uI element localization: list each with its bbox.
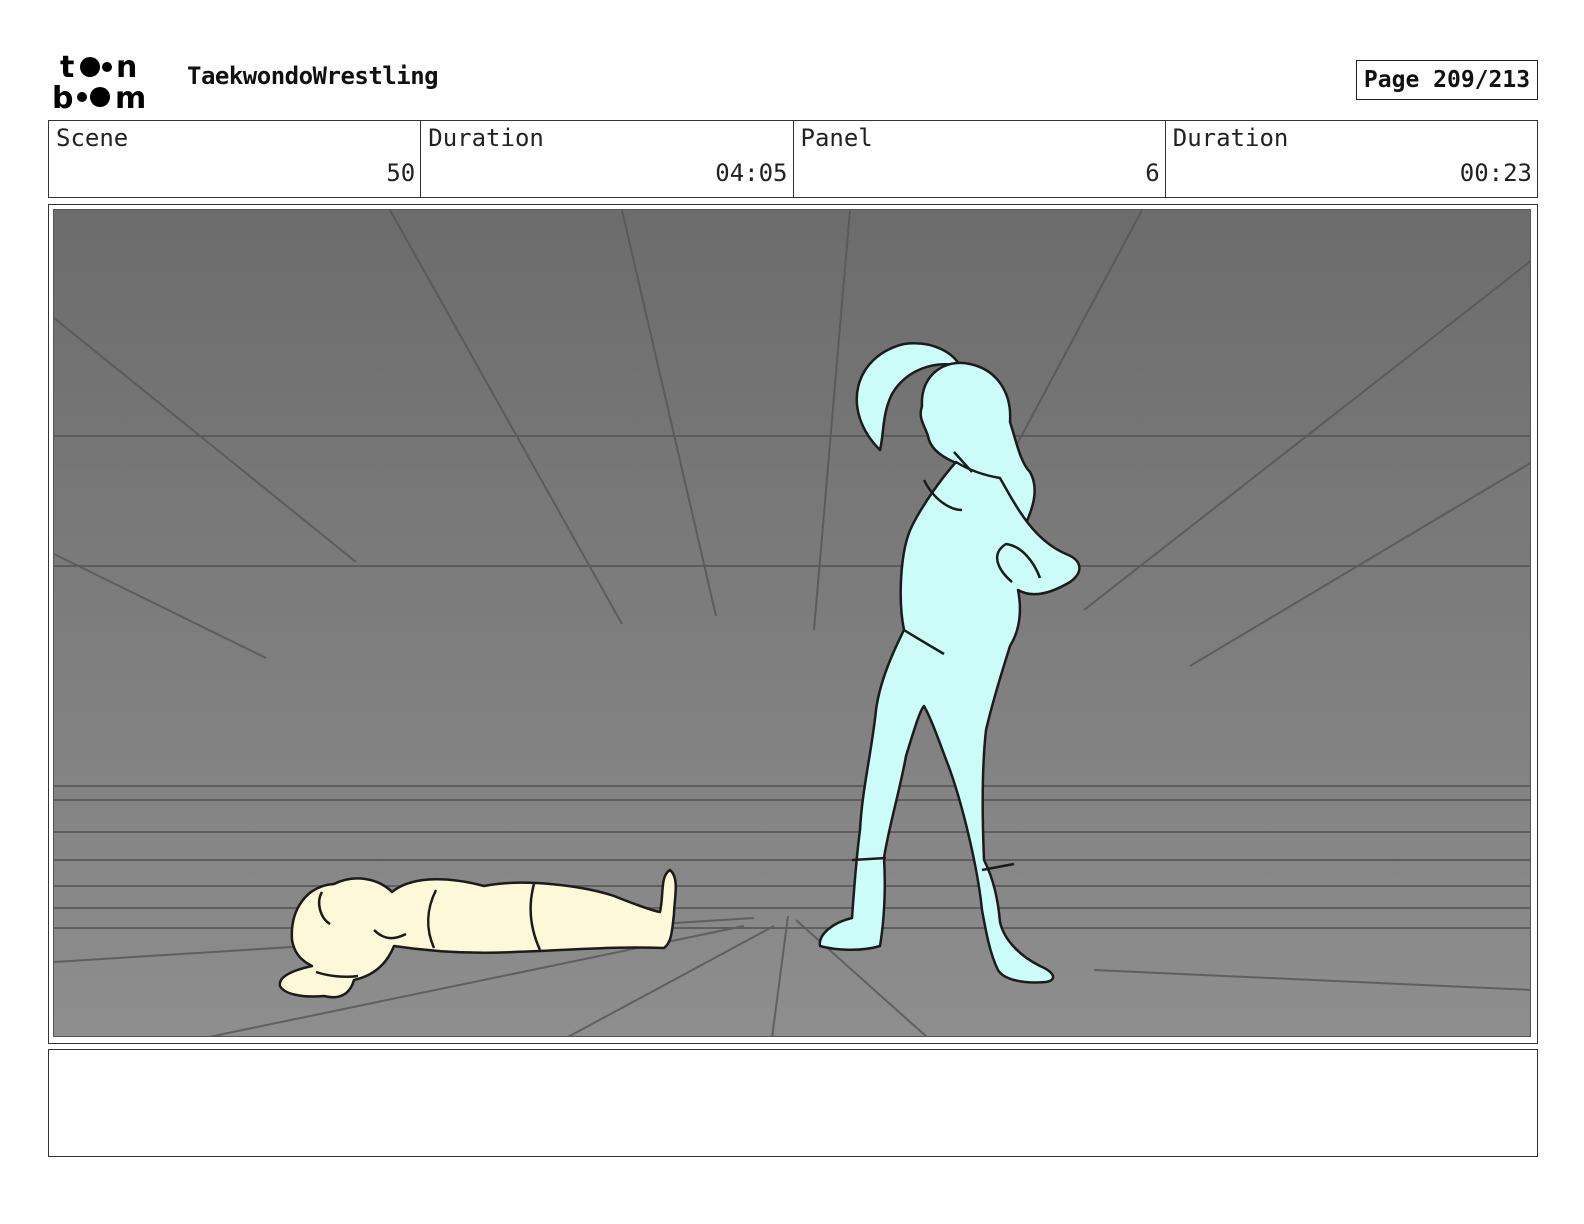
page-indicator: Page 209/213 xyxy=(1356,60,1538,100)
scene-label: Scene xyxy=(56,124,129,152)
panel-notes-box xyxy=(48,1049,1538,1157)
panel-label: Panel xyxy=(800,124,873,152)
logo-letter-b: b xyxy=(52,81,73,112)
panel-value: 6 xyxy=(1145,159,1160,187)
scene-duration-label: Duration xyxy=(428,124,544,152)
panel-drawing xyxy=(54,210,1530,1036)
logo-letter-t: t xyxy=(60,50,74,85)
panel-background xyxy=(54,210,1530,1036)
scene-info-row: Scene 50 Duration 04:05 Panel 6 Duration… xyxy=(48,120,1538,198)
panel-duration-label: Duration xyxy=(1172,124,1289,152)
scene-duration-cell: Duration 04:05 xyxy=(421,121,794,197)
scene-value: 50 xyxy=(386,159,416,187)
logo-letter-n: n xyxy=(116,50,137,85)
panel-duration-cell: Duration 00:23 xyxy=(1166,121,1537,197)
scene-duration-value: 04:05 xyxy=(715,159,788,187)
storyboard-panel-image xyxy=(53,209,1531,1037)
scene-cell: Scene 50 xyxy=(49,121,422,197)
panel-cell: Panel 6 xyxy=(794,121,1166,197)
storyboard-panel-frame xyxy=(48,204,1538,1044)
project-title: TaekwondoWrestling xyxy=(187,62,439,90)
toon-boom-logo: t n b m xyxy=(52,50,164,116)
panel-duration-value: 00:23 xyxy=(1459,159,1532,187)
logo-letter-m: m xyxy=(115,81,146,112)
